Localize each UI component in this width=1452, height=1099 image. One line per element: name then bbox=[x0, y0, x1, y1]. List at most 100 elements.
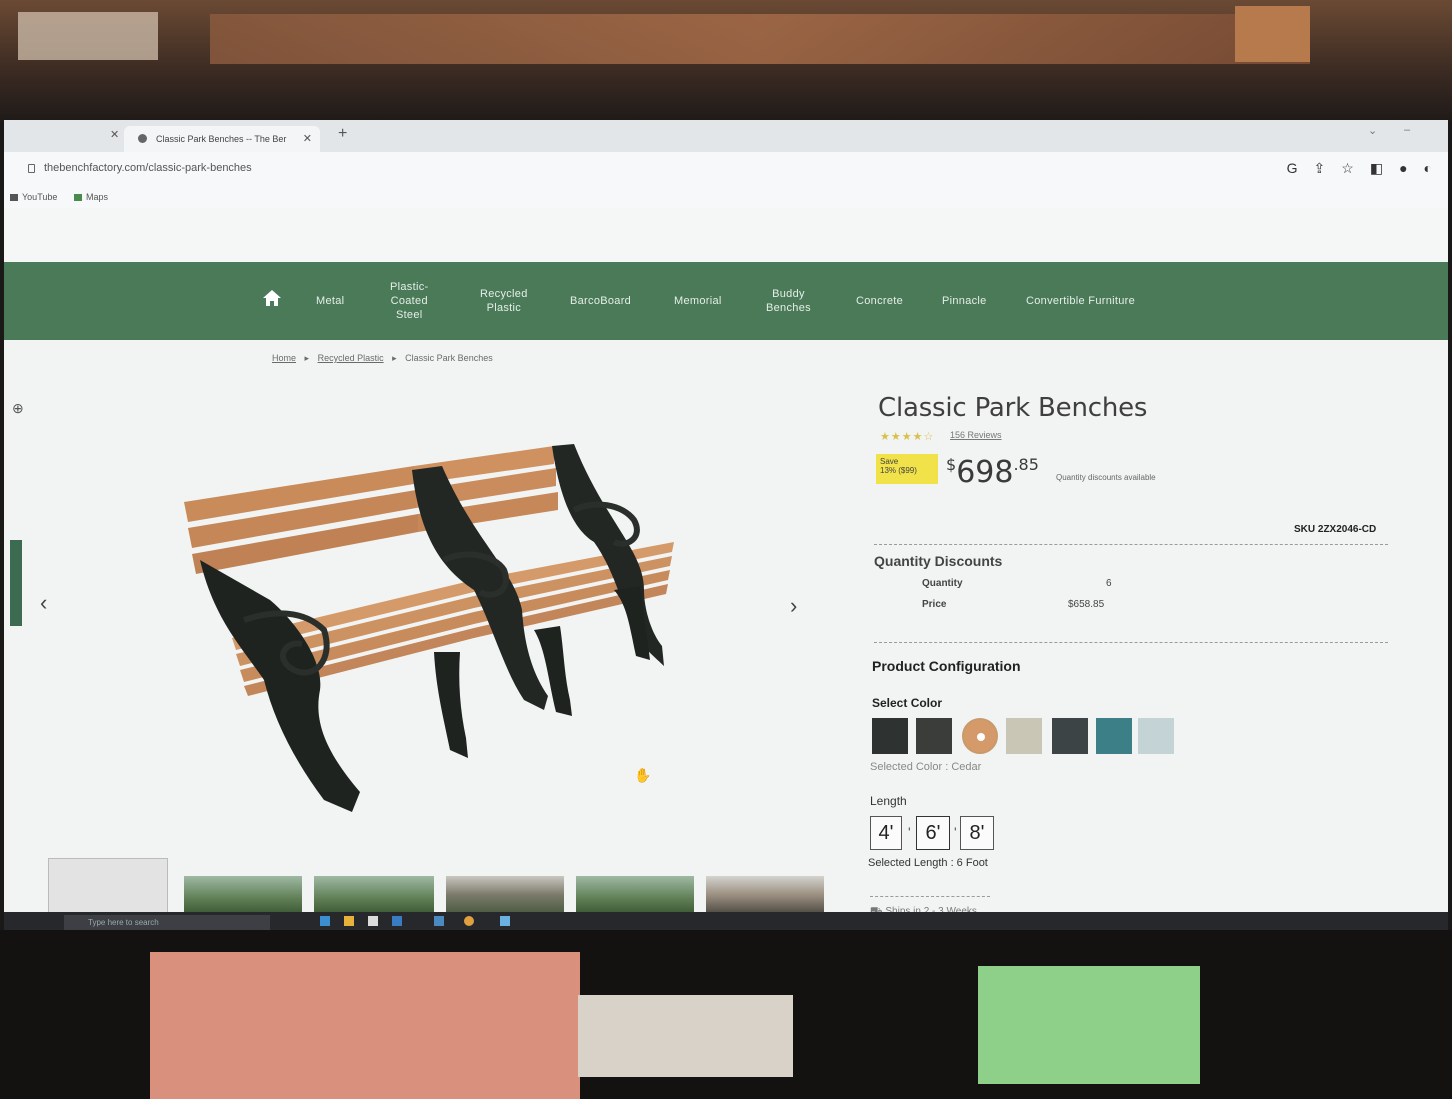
maps-icon bbox=[74, 194, 82, 201]
product-configuration-title: Product Configuration bbox=[872, 658, 1021, 674]
room-background-bottom bbox=[0, 930, 1452, 1099]
sticky-note-pink bbox=[150, 952, 580, 1099]
selected-length-text: Selected Length : 6 Foot bbox=[868, 857, 988, 869]
cardboard-box bbox=[1235, 6, 1310, 62]
edge-icon[interactable] bbox=[320, 916, 330, 926]
room-background-top bbox=[0, 0, 1452, 122]
plus-icon[interactable]: + bbox=[338, 125, 347, 143]
thumbnail-3[interactable] bbox=[314, 876, 434, 914]
nav-item-convertible-furniture[interactable]: Convertible Furniture bbox=[1026, 294, 1135, 308]
color-swatch-3[interactable] bbox=[962, 718, 998, 754]
nav-item-barcoboard[interactable]: BarcoBoard bbox=[570, 294, 631, 308]
bookmark-maps[interactable]: Maps bbox=[74, 192, 108, 202]
wall-paper bbox=[18, 12, 158, 60]
side-tab[interactable] bbox=[10, 540, 22, 626]
length-option-8ft[interactable]: 8' bbox=[960, 816, 994, 850]
check-icon bbox=[977, 733, 985, 741]
monitor-screen: ✕ Classic Park Benches -- The Ber ✕ + ⌄ … bbox=[4, 120, 1448, 930]
home-icon[interactable] bbox=[262, 288, 282, 308]
color-swatch-7[interactable] bbox=[1138, 718, 1174, 754]
color-swatch-5[interactable] bbox=[1052, 718, 1088, 754]
minimize-icon[interactable]: – bbox=[1404, 124, 1410, 136]
thumbnail-2[interactable] bbox=[184, 876, 302, 914]
nav-item-metal[interactable]: Metal bbox=[316, 294, 344, 308]
cursor-hand-icon: ✋ bbox=[634, 767, 652, 783]
divider bbox=[874, 544, 1388, 545]
product-image-bench bbox=[184, 444, 674, 812]
divider bbox=[870, 896, 990, 897]
sticky-note-green bbox=[978, 966, 1200, 1084]
nav-item-memorial[interactable]: Memorial bbox=[674, 294, 722, 308]
color-swatch-1[interactable] bbox=[872, 718, 908, 754]
extension-icon[interactable]: ◧ bbox=[1370, 160, 1383, 177]
reviews-link[interactable]: 156 Reviews bbox=[950, 430, 1002, 440]
google-icon[interactable]: G bbox=[1287, 160, 1298, 177]
length-label: Length bbox=[870, 794, 907, 808]
lock-icon bbox=[28, 164, 35, 173]
length-option-4ft[interactable]: 4' bbox=[870, 816, 902, 850]
bookmark-youtube[interactable]: YouTube bbox=[10, 192, 57, 202]
close-icon[interactable]: ✕ bbox=[303, 132, 312, 145]
chrome-icon[interactable] bbox=[464, 916, 474, 926]
youtube-icon bbox=[10, 194, 18, 201]
color-swatch-6[interactable] bbox=[1096, 718, 1132, 754]
browser-toolbar: G ⇪ ☆ ◧ ● ◐ bbox=[1287, 160, 1432, 177]
breadcrumb: Home ▸ Recycled Plastic ▸ Classic Park B… bbox=[272, 353, 499, 364]
breadcrumb-home[interactable]: Home bbox=[272, 353, 296, 363]
taskbar-search-input[interactable]: Type here to search bbox=[64, 915, 270, 930]
separator: ' bbox=[908, 824, 911, 840]
star-rating: ★★★★☆ bbox=[880, 431, 935, 443]
sku-label: SKU 2ZX2046-CD bbox=[1294, 524, 1377, 535]
url-input[interactable]: thebenchfactory.com/classic-park-benches bbox=[44, 162, 252, 174]
chevron-left-icon[interactable]: ‹ bbox=[40, 590, 47, 616]
chevron-right-icon[interactable]: › bbox=[790, 593, 797, 619]
mail-icon[interactable] bbox=[392, 916, 402, 926]
thumbnail-6[interactable] bbox=[706, 876, 824, 914]
quantity-label: Quantity bbox=[922, 578, 963, 589]
avatar[interactable]: ◐ bbox=[1424, 160, 1432, 177]
price-note: Quantity discounts available bbox=[1056, 473, 1156, 482]
chevron-down-icon[interactable]: ⌄ bbox=[1368, 124, 1377, 137]
app-icon[interactable] bbox=[500, 916, 510, 926]
selected-color-text: Selected Color : Cedar bbox=[870, 761, 982, 773]
address-bar: thebenchfactory.com/classic-park-benches… bbox=[4, 152, 1448, 186]
length-option-6ft[interactable]: 6' bbox=[916, 816, 950, 850]
thumbnail-5[interactable] bbox=[576, 876, 694, 914]
quantity-value: 6 bbox=[1106, 578, 1112, 589]
chevron-right-icon: ▸ bbox=[304, 353, 310, 363]
breadcrumb-current: Classic Park Benches bbox=[405, 353, 493, 363]
photo-frame: ✕ Classic Park Benches -- The Ber ✕ + ⌄ … bbox=[0, 0, 1452, 1099]
browser-tab-active[interactable]: Classic Park Benches -- The Ber ✕ bbox=[124, 126, 320, 152]
star-icon[interactable]: ☆ bbox=[1341, 160, 1354, 177]
nav-item-pinnacle[interactable]: Pinnacle bbox=[942, 294, 987, 308]
store-icon[interactable] bbox=[368, 916, 378, 926]
thumbnail-1[interactable] bbox=[48, 858, 168, 914]
folder-icon[interactable] bbox=[344, 916, 354, 926]
nav-item-recycled-plastic[interactable]: Recycled Plastic bbox=[480, 287, 528, 315]
tab-title: Classic Park Benches -- The Ber bbox=[156, 134, 287, 144]
tab-strip: ✕ Classic Park Benches -- The Ber ✕ + ⌄ … bbox=[4, 120, 1448, 152]
color-swatch-2[interactable] bbox=[916, 718, 952, 754]
chevron-right-icon: ▸ bbox=[392, 353, 397, 363]
price-label: Price bbox=[922, 599, 947, 610]
quantity-discounts-title: Quantity Discounts bbox=[874, 553, 1003, 569]
nav-item-buddy-benches[interactable]: Buddy Benches bbox=[766, 287, 811, 315]
app-icon[interactable] bbox=[434, 916, 444, 926]
nav-item-concrete[interactable]: Concrete bbox=[856, 294, 903, 308]
wood-shelf bbox=[210, 14, 1310, 64]
color-swatch-4[interactable] bbox=[1006, 718, 1042, 754]
product-title: Classic Park Benches bbox=[878, 393, 1148, 423]
thumbnail-4[interactable] bbox=[446, 876, 564, 914]
site-header bbox=[4, 208, 1448, 306]
close-icon[interactable]: ✕ bbox=[110, 128, 119, 141]
profile-icon[interactable]: ● bbox=[1399, 160, 1407, 177]
thumbnail-strip bbox=[48, 858, 828, 914]
globe-icon bbox=[138, 134, 147, 143]
nav-item-plastic-coated-steel[interactable]: Plastic- Coated Steel bbox=[390, 280, 428, 322]
product-price: $698.85 bbox=[946, 455, 1039, 490]
share-icon[interactable]: ⇪ bbox=[1314, 160, 1326, 177]
paper-note bbox=[578, 995, 793, 1077]
breadcrumb-category[interactable]: Recycled Plastic bbox=[318, 353, 384, 363]
zoom-icon[interactable]: ⊕ bbox=[12, 400, 24, 417]
price-value: $658.85 bbox=[1068, 599, 1105, 610]
